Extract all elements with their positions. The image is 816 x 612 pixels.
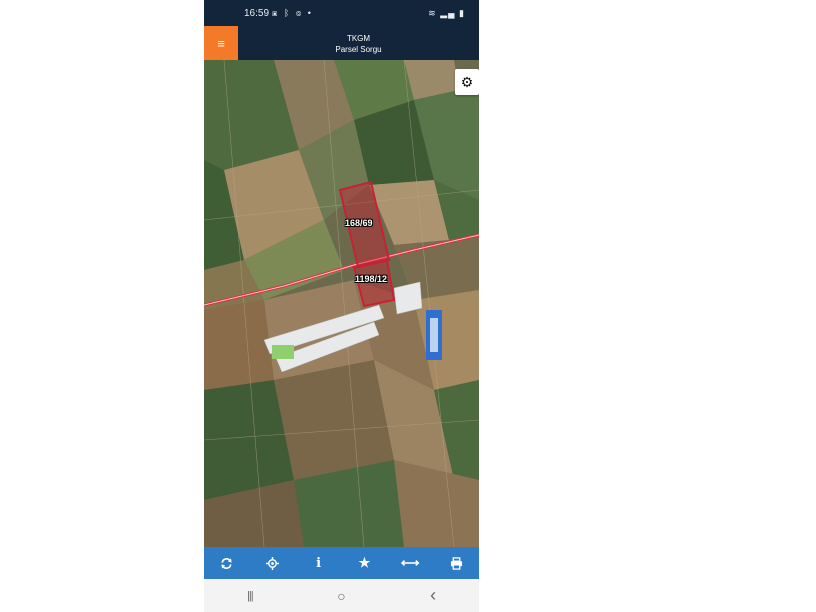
status-system-icons: ≋ ▂▄ ▮: [428, 8, 465, 19]
image-icon: ▣: [272, 8, 280, 18]
dot-icon: •: [307, 8, 313, 18]
android-nav-bar: ||| ○ ‹: [204, 579, 479, 612]
gear-icon: ⚙: [460, 73, 474, 90]
back-icon: ‹: [430, 585, 437, 605]
battery-icon: ▮: [459, 8, 465, 18]
wifi-icon: ≋: [428, 8, 437, 18]
refresh-icon: [221, 557, 233, 569]
favorite-button[interactable]: ★: [348, 547, 380, 579]
phone-screen: 16:59 ▣ ᛒ ◎ • ≋ ▂▄ ▮ ≡ TKGM Parsel Sorgu: [204, 0, 479, 612]
recent-apps-button[interactable]: |||: [230, 579, 270, 612]
locate-icon: [266, 556, 280, 570]
status-notification-icons: ▣ ᛒ ◎ •: [272, 8, 313, 18]
satellite-map[interactable]: 168/69 1198/12: [204, 60, 479, 547]
map-canvas[interactable]: [204, 60, 479, 547]
home-icon: ○: [337, 587, 346, 604]
menu-button[interactable]: ≡: [204, 26, 238, 60]
app-title-line2: Parsel Sorgu: [335, 45, 382, 54]
instagram-icon: ◎: [295, 8, 304, 18]
back-button[interactable]: ‹: [413, 579, 453, 612]
status-time: 16:59: [244, 8, 270, 19]
status-bar: 16:59 ▣ ᛒ ◎ • ≋ ▂▄ ▮: [204, 0, 479, 26]
app-title: TKGM Parsel Sorgu: [238, 33, 479, 55]
bottom-toolbar: i ★ ⟷: [204, 547, 479, 579]
bluetooth-icon: ᛒ: [283, 8, 292, 18]
locate-button[interactable]: [257, 547, 289, 579]
parcel-label-1198-12: 1198/12: [355, 274, 388, 284]
signal-icon: ▂▄: [440, 8, 456, 18]
parcel-label-168-69: 168/69: [345, 218, 373, 228]
hamburger-icon: ≡: [217, 35, 225, 51]
print-icon: [450, 556, 462, 570]
home-button[interactable]: ○: [321, 579, 361, 612]
measure-icon: ⟷: [400, 555, 420, 570]
print-button[interactable]: [440, 547, 472, 579]
info-icon: i: [316, 555, 322, 571]
app-title-line1: TKGM: [346, 34, 371, 43]
settings-button[interactable]: ⚙: [455, 69, 479, 95]
app-header: ≡ TKGM Parsel Sorgu: [204, 26, 479, 60]
refresh-button[interactable]: [211, 547, 243, 579]
measure-button[interactable]: ⟷: [394, 547, 426, 579]
recent-apps-icon: |||: [247, 589, 254, 602]
star-icon: ★: [358, 555, 371, 570]
info-button[interactable]: i: [303, 547, 335, 579]
